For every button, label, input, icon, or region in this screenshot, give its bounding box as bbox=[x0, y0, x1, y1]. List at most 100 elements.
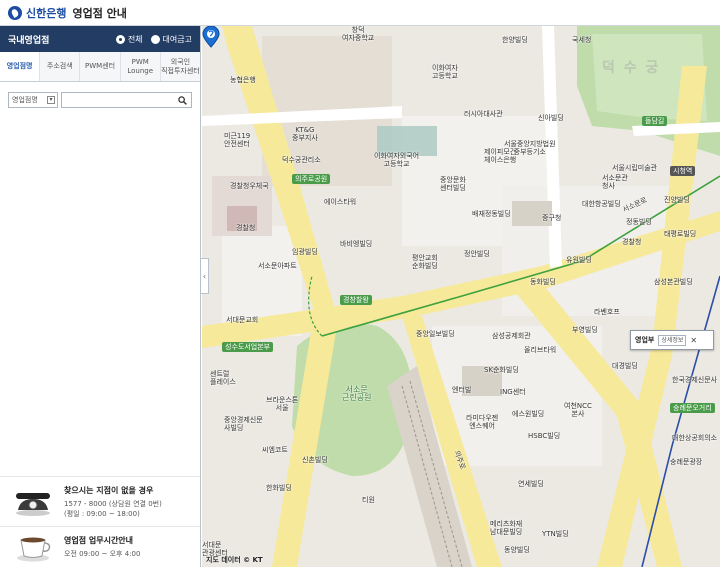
map-poi: 바비엥빌딩 bbox=[340, 240, 373, 248]
map-poi: 평안교회 순화빌딩 bbox=[412, 254, 438, 270]
page-title: 영업점 안내 bbox=[72, 6, 127, 20]
search-tabs: 영업점명 주소검색 PWM센터 PWM Lounge 외국인 직접투자센터 bbox=[0, 52, 201, 82]
map-poi: 배재정동빌딩 bbox=[472, 210, 511, 218]
radio-safe-deposit[interactable]: 대여금고 bbox=[150, 34, 192, 45]
map-poi: 정동빌딩 bbox=[626, 218, 652, 226]
map-poi: ING센터 bbox=[500, 388, 526, 396]
map-label-road-sungnyemun: 숭례문오거리 bbox=[670, 403, 715, 413]
search-type-value: 영업점명 bbox=[12, 96, 38, 104]
branch-marker-icon[interactable] bbox=[202, 26, 220, 48]
radio-safe-deposit-label: 대여금고 bbox=[162, 34, 192, 44]
map-poi: 엔터빌 bbox=[452, 386, 472, 394]
map-poi: 한양빌딩 bbox=[502, 36, 528, 44]
top-bar: 신한은행 영업점 안내 bbox=[0, 0, 720, 26]
map-poi: HSBC빌딩 bbox=[528, 432, 561, 440]
map-poi: 티원 bbox=[362, 496, 375, 504]
shinhan-logo-icon bbox=[8, 5, 22, 20]
map-poi: 경찰청 bbox=[236, 224, 256, 232]
map-poi: 한국경제신문사 bbox=[672, 376, 718, 384]
map-poi: 태평로빌딩 bbox=[664, 230, 697, 238]
hours-info-time: 오전 09:00 ~ 오후 4:00 bbox=[64, 550, 141, 558]
map-poi: 진양빌딩 bbox=[664, 196, 690, 204]
call-info-hours: (평일 : 09:00 ~ 18:00) bbox=[64, 509, 140, 518]
map-canvas[interactable]: 덕 수 궁 의주로공원 경창찰왕 성수도서업본부 숭례문오거리 돌담길 서소문로… bbox=[202, 26, 720, 567]
map-poi: KT&G 중부지사 bbox=[292, 126, 318, 142]
map-poi: 센트럴 플레이스 bbox=[210, 370, 236, 386]
map-label-deoksugung: 덕 수 궁 bbox=[602, 60, 661, 76]
map-poi: 메리츠화재 남대문빌딩 bbox=[490, 520, 523, 536]
map-poi: 대한상공회의소 bbox=[672, 434, 718, 442]
map-poi: 중앙일보빌딩 bbox=[416, 330, 455, 338]
search-input-wrapper bbox=[61, 92, 192, 108]
call-info: 찾으시는 지점이 없을 경우 1577 - 8000 (상담원 연결 0번) (… bbox=[0, 476, 200, 526]
map-poi: 신아빌딩 bbox=[538, 114, 564, 122]
tab-pwm-center[interactable]: PWM센터 bbox=[80, 52, 121, 81]
map-poi: 여천NCC 본사 bbox=[564, 402, 592, 418]
map-poi: 신촌빌딩 bbox=[302, 456, 328, 464]
call-info-text: 찾으시는 지점이 없을 경우 1577 - 8000 (상담원 연결 0번) (… bbox=[64, 485, 162, 519]
map-poi: 삼성공제회관 bbox=[492, 332, 531, 340]
map-poi: 올리브타워 bbox=[524, 346, 557, 354]
search-input[interactable] bbox=[62, 93, 191, 107]
map-poi: 중앙문화 센터빌딩 bbox=[440, 176, 466, 192]
coffee-cup-icon bbox=[17, 537, 51, 562]
map-poi: 한화빌딩 bbox=[266, 484, 292, 492]
map-poi: 씨엠코트 bbox=[262, 446, 288, 454]
map-poi: 서울시립미술관 bbox=[612, 164, 658, 172]
map-poi: YTN빌딩 bbox=[542, 530, 569, 538]
section-title: 국내영업점 bbox=[8, 35, 50, 46]
map-poi: 이화여자 고등학교 bbox=[432, 64, 458, 80]
radio-safe-deposit-dot[interactable] bbox=[150, 34, 160, 44]
map-poi: 농협은행 bbox=[230, 76, 256, 84]
map-poi: 임광빌딩 bbox=[292, 248, 318, 256]
map-poi: 이화여자외국어 고등학교 bbox=[374, 152, 420, 168]
map-poi: 창덕 여자중학교 bbox=[342, 26, 375, 42]
map-poi: SK순화빌딩 bbox=[484, 366, 519, 374]
hours-info-text: 영업점 업무시간안내 오전 09:00 ~ 오후 4:00 bbox=[64, 535, 140, 559]
search-row: 영업점명 ▾ bbox=[0, 82, 200, 108]
popup-detail-button[interactable]: 상세정보 bbox=[658, 334, 687, 346]
map-poi: 국세청 bbox=[572, 36, 592, 44]
call-info-phone: 1577 - 8000 (상담원 연결 0번) bbox=[64, 499, 162, 508]
map-poi: 서소문관 청사 bbox=[602, 174, 628, 190]
radio-all-dot[interactable] bbox=[115, 34, 125, 44]
radio-all[interactable]: 전체 bbox=[115, 34, 143, 45]
telephone-icon bbox=[16, 492, 50, 516]
map-poi: 러시아대사관 bbox=[464, 110, 503, 118]
popup-branch-name: 영업부 bbox=[635, 336, 655, 344]
map-poi: 정안빌딩 bbox=[464, 250, 490, 258]
tab-pwm-lounge[interactable]: PWM Lounge bbox=[120, 52, 161, 81]
map-poi: 에이스타워 bbox=[324, 198, 357, 206]
map-poi: 서울중앙지방법원 중부등기소 bbox=[504, 140, 556, 156]
sidebar-header: 국내영업점 전체 대여금고 bbox=[0, 26, 200, 52]
map-label-road-gyeongchang: 경창찰왕 bbox=[340, 295, 372, 305]
map-poi: 중구청 bbox=[542, 214, 562, 222]
search-icon[interactable] bbox=[178, 96, 187, 105]
map-poi: 서소문아파트 bbox=[258, 262, 297, 270]
search-type-select[interactable]: 영업점명 ▾ bbox=[8, 92, 58, 108]
map-credit: 지도 데이터 © KT bbox=[206, 556, 263, 564]
map-poi: 경찰청 bbox=[622, 238, 642, 246]
map-poi: 라벤호프 bbox=[594, 308, 620, 316]
map-poi: 삼성본관빌딩 bbox=[654, 278, 693, 286]
map-poi: 서대문교회 bbox=[226, 316, 259, 324]
tab-branch-name[interactable]: 영업점명 bbox=[0, 52, 41, 81]
map-label-station: 시청역 bbox=[670, 166, 696, 176]
map-poi: 동화빌딩 bbox=[530, 278, 556, 286]
map-poi: 미근119 안전센터 bbox=[224, 132, 251, 148]
tab-foreign-investment[interactable]: 외국인 직접투자센터 bbox=[160, 52, 201, 81]
map-poi: 부영빌딩 bbox=[572, 326, 598, 334]
map-poi: 대한항공빌딩 bbox=[582, 200, 621, 208]
map-poi: 대경빌딩 bbox=[612, 362, 638, 370]
brand-name: 신한은행 bbox=[26, 6, 67, 20]
map-poi: 숭례문광장 bbox=[670, 458, 703, 466]
map-poi: 경찰청우체국 bbox=[230, 182, 269, 190]
chevron-down-icon[interactable]: ▾ bbox=[47, 96, 55, 104]
tab-address-search[interactable]: 주소검색 bbox=[40, 52, 81, 81]
sidebar-collapse-button[interactable]: ‹ bbox=[201, 258, 209, 294]
hours-info-title: 영업점 업무시간안내 bbox=[64, 536, 134, 545]
close-icon[interactable]: ✕ bbox=[690, 336, 697, 345]
map-poi: 에스원빌딩 bbox=[512, 410, 545, 418]
branch-popup: 영업부 상세정보 ✕ bbox=[630, 330, 714, 350]
map-poi: 라미다우젠 엔스퀘어 bbox=[466, 414, 499, 430]
